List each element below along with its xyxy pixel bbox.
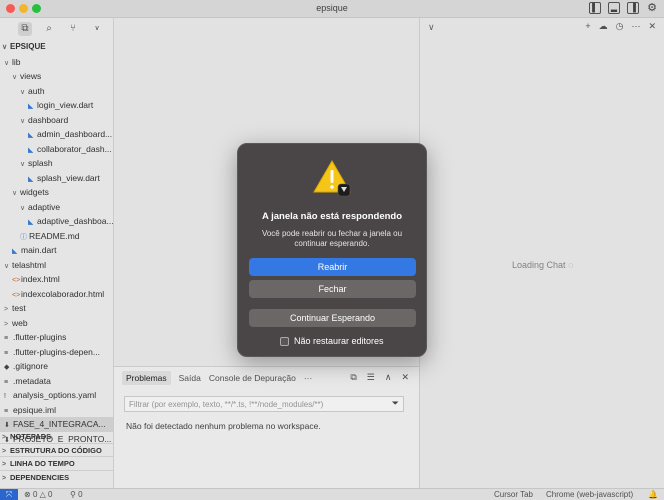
no-restore-checkbox-row[interactable]: Não restaurar editores [280,336,384,346]
no-restore-checkbox[interactable] [280,336,289,346]
not-responding-dialog: A janela não está respondendo Você pode … [237,143,427,357]
dialog-message: Você pode reabrir ou fechar a janela ou … [261,229,403,248]
dialog-title: A janela não está respondendo [261,211,403,222]
reopen-button[interactable]: Reabrir [249,258,416,276]
keep-waiting-button[interactable]: Continuar Esperando [249,309,416,327]
warning-icon [313,160,351,197]
no-restore-label: Não restaurar editores [294,336,384,346]
close-button[interactable]: Fechar [249,280,416,298]
